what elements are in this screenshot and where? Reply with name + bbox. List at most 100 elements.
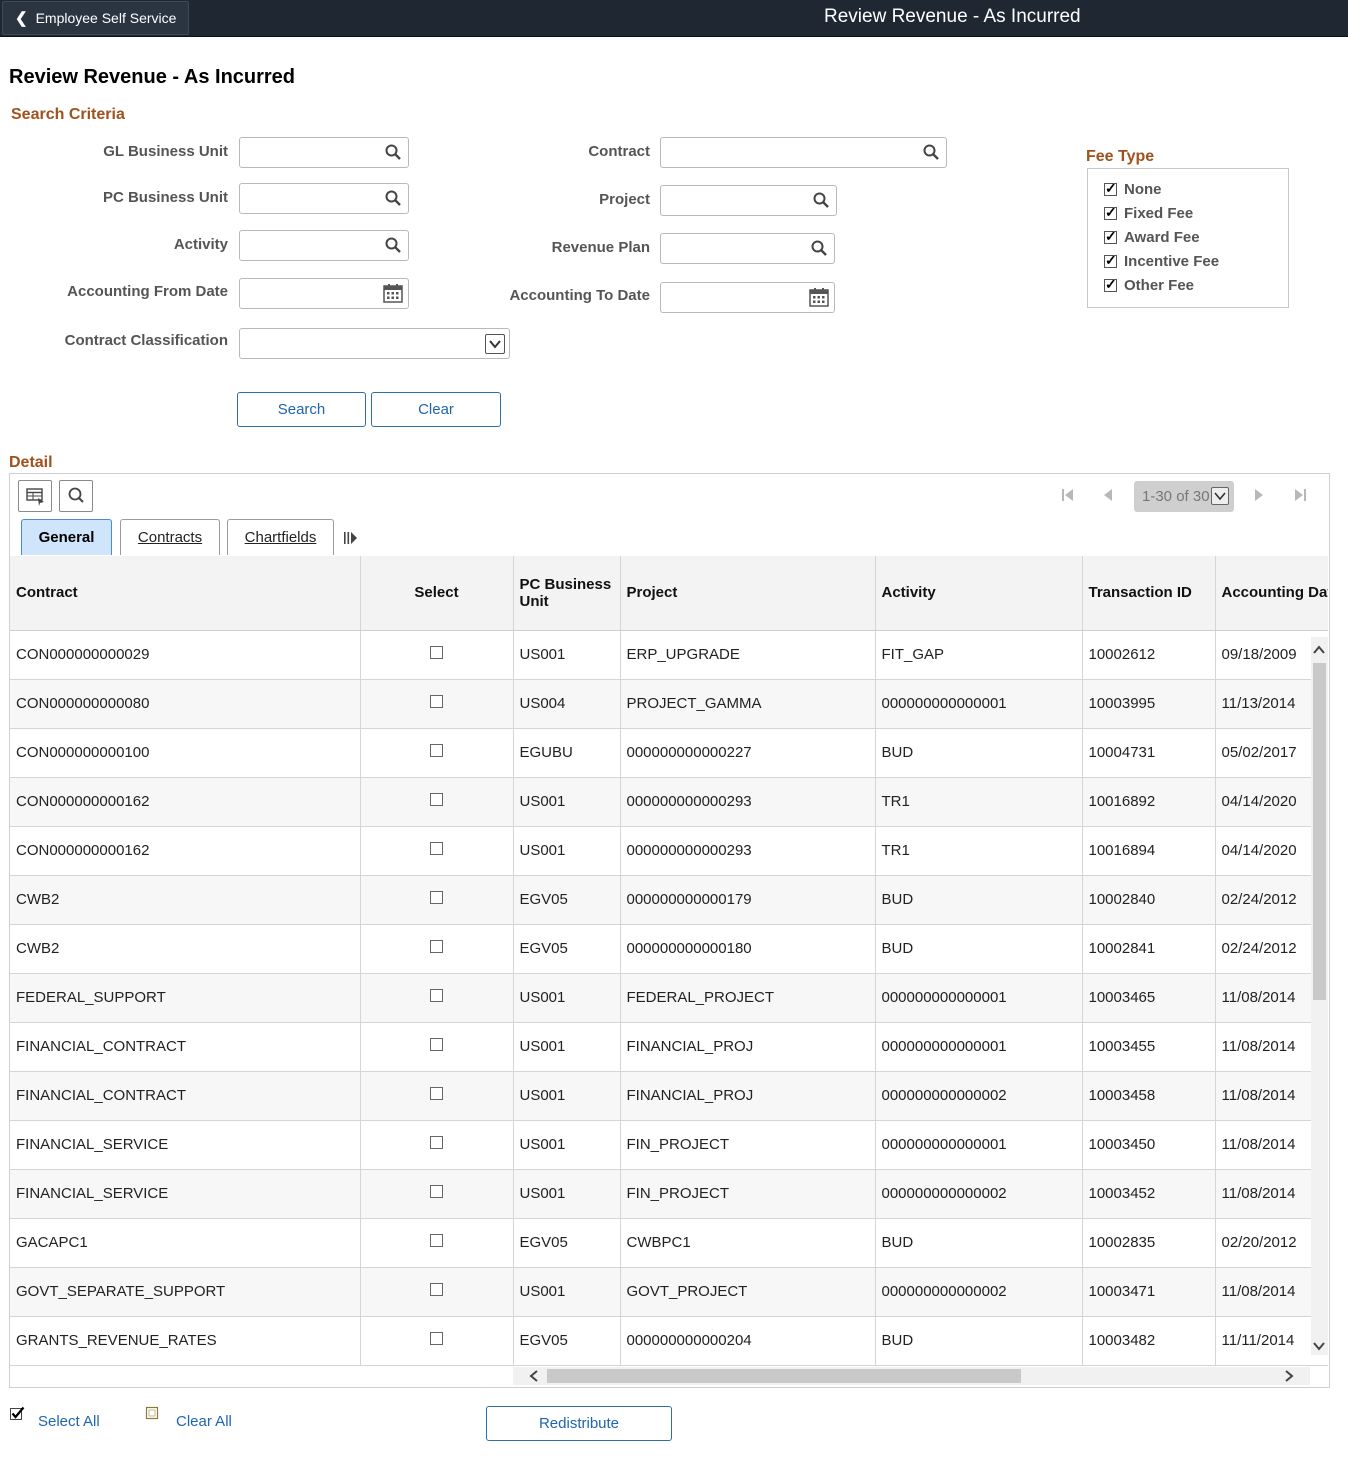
transaction-id-cell: 10003465 bbox=[1082, 973, 1216, 1023]
search-button[interactable]: Search bbox=[237, 392, 366, 427]
search-icon[interactable] bbox=[385, 190, 401, 206]
activity-cell: FIT_GAP bbox=[875, 630, 1083, 680]
select-all-checkbox-icon[interactable] bbox=[10, 1406, 25, 1421]
row-select-checkbox[interactable] bbox=[430, 1332, 443, 1345]
transaction-id-cell: 10003452 bbox=[1082, 1169, 1216, 1219]
row-select-checkbox[interactable] bbox=[430, 646, 443, 659]
search-icon[interactable] bbox=[385, 144, 401, 160]
gl-business-unit-label: GL Business Unit bbox=[103, 143, 228, 160]
horizontal-scroll-thumb[interactable] bbox=[547, 1369, 1021, 1383]
personalize-grid-icon[interactable] bbox=[18, 480, 52, 512]
fee-type-incentive[interactable]: Incentive Fee bbox=[1104, 252, 1219, 270]
column-header-transaction-id[interactable]: Transaction ID bbox=[1082, 556, 1216, 631]
gl-business-unit-input[interactable] bbox=[239, 137, 409, 168]
clear-all-link[interactable]: Clear All bbox=[176, 1413, 232, 1430]
row-select-checkbox[interactable] bbox=[430, 744, 443, 757]
search-icon[interactable] bbox=[923, 144, 939, 160]
activity-cell: 000000000000002 bbox=[875, 1267, 1083, 1317]
next-page-icon[interactable] bbox=[1253, 488, 1265, 502]
accounting-from-date-label: Accounting From Date bbox=[67, 283, 228, 300]
row-select-checkbox[interactable] bbox=[430, 793, 443, 806]
find-in-grid-icon[interactable] bbox=[59, 480, 93, 512]
column-header-pc-business-unit[interactable]: PC Business Unit bbox=[513, 556, 621, 631]
pc-business-unit-cell: US004 bbox=[513, 679, 621, 729]
pc-business-unit-cell: US001 bbox=[513, 826, 621, 876]
checkbox[interactable] bbox=[1104, 228, 1117, 245]
contract-cell: FINANCIAL_SERVICE bbox=[10, 1120, 361, 1170]
vertical-scroll-thumb[interactable] bbox=[1313, 663, 1326, 1000]
pc-business-unit-cell: US001 bbox=[513, 1071, 621, 1121]
activity-cell: BUD bbox=[875, 1218, 1083, 1268]
dropdown-arrow-icon[interactable] bbox=[485, 334, 505, 354]
column-header-accounting-date[interactable]: Accounting Date bbox=[1215, 556, 1328, 631]
search-icon[interactable] bbox=[813, 192, 829, 208]
contract-cell: CON000000000029 bbox=[10, 630, 361, 680]
back-button[interactable]: ❮ Employee Self Service bbox=[2, 1, 189, 35]
project-label: Project bbox=[599, 191, 650, 208]
scroll-up-icon[interactable] bbox=[1312, 644, 1326, 656]
checkbox[interactable] bbox=[1104, 276, 1117, 293]
table-row: CWB2 EGV05 000000000000180 BUD 10002841 02/24… bbox=[10, 924, 1328, 974]
activity-cell: BUD bbox=[875, 1316, 1083, 1366]
column-header-contract[interactable]: Contract bbox=[10, 556, 361, 631]
row-select-checkbox[interactable] bbox=[430, 989, 443, 1002]
clear-all-checkbox-icon[interactable] bbox=[145, 1406, 160, 1421]
accounting-to-date-label: Accounting To Date bbox=[509, 287, 650, 304]
row-select-checkbox[interactable] bbox=[430, 940, 443, 953]
pc-business-unit-input[interactable] bbox=[239, 183, 409, 214]
select-all-link[interactable]: Select All bbox=[38, 1413, 100, 1430]
scroll-right-icon[interactable] bbox=[1283, 1369, 1295, 1383]
calendar-icon[interactable] bbox=[809, 287, 829, 307]
checkbox[interactable] bbox=[1104, 204, 1117, 221]
tab-contracts[interactable]: Contracts bbox=[120, 519, 220, 555]
fee-type-fixed[interactable]: Fixed Fee bbox=[1104, 204, 1193, 222]
contract-input[interactable] bbox=[660, 137, 947, 168]
fee-type-award[interactable]: Award Fee bbox=[1104, 228, 1200, 246]
row-select-checkbox[interactable] bbox=[430, 1185, 443, 1198]
contract-classification-select[interactable] bbox=[239, 328, 510, 359]
row-select-checkbox[interactable] bbox=[430, 1087, 443, 1100]
previous-page-icon[interactable] bbox=[1102, 488, 1114, 502]
search-icon[interactable] bbox=[811, 240, 827, 256]
checkbox[interactable] bbox=[1104, 252, 1117, 269]
row-select-checkbox[interactable] bbox=[430, 1283, 443, 1296]
column-header-activity[interactable]: Activity bbox=[875, 556, 1083, 631]
column-header-project[interactable]: Project bbox=[620, 556, 876, 631]
project-cell: PROJECT_GAMMA bbox=[620, 679, 876, 729]
transaction-id-cell: 10002841 bbox=[1082, 924, 1216, 974]
scroll-down-icon[interactable] bbox=[1312, 1340, 1326, 1352]
calendar-icon[interactable] bbox=[383, 283, 403, 303]
clear-button[interactable]: Clear bbox=[371, 392, 501, 427]
page-range-select[interactable]: 1-30 of 30 bbox=[1134, 481, 1234, 512]
activity-input[interactable] bbox=[239, 230, 409, 261]
fee-type-other[interactable]: Other Fee bbox=[1104, 276, 1194, 294]
fee-type-none[interactable]: None bbox=[1104, 180, 1162, 198]
table-row: GRANTS_REVENUE_RATES EGV05 000000000000204… bbox=[10, 1316, 1328, 1366]
redistribute-button[interactable]: Redistribute bbox=[486, 1406, 672, 1441]
column-header-select[interactable]: Select bbox=[360, 556, 514, 631]
tab-chartfields[interactable]: Chartfields bbox=[227, 519, 334, 555]
search-icon[interactable] bbox=[385, 237, 401, 253]
row-select-checkbox[interactable] bbox=[430, 1038, 443, 1051]
row-select-checkbox[interactable] bbox=[430, 891, 443, 904]
row-select-checkbox[interactable] bbox=[430, 1136, 443, 1149]
scroll-left-icon[interactable] bbox=[528, 1369, 540, 1383]
last-page-icon[interactable] bbox=[1293, 488, 1307, 502]
row-select-checkbox[interactable] bbox=[430, 842, 443, 855]
row-select-checkbox[interactable] bbox=[430, 1234, 443, 1247]
pc-business-unit-cell: EGV05 bbox=[513, 1218, 621, 1268]
transaction-id-cell: 10002840 bbox=[1082, 875, 1216, 925]
row-select-checkbox[interactable] bbox=[430, 695, 443, 708]
activity-cell: 000000000000001 bbox=[875, 1022, 1083, 1072]
revenue-plan-input[interactable] bbox=[660, 233, 835, 264]
transaction-id-cell: 10003450 bbox=[1082, 1120, 1216, 1170]
show-all-columns-icon[interactable] bbox=[343, 531, 359, 545]
transaction-id-cell: 10003995 bbox=[1082, 679, 1216, 729]
contract-cell: CON000000000100 bbox=[10, 728, 361, 778]
tab-general[interactable]: General bbox=[21, 519, 112, 555]
table-row: FINANCIAL_SERVICE US001 FIN_PROJECT 0000000… bbox=[10, 1120, 1328, 1170]
checkbox[interactable] bbox=[1104, 180, 1117, 197]
contract-cell: FEDERAL_SUPPORT bbox=[10, 973, 361, 1023]
first-page-icon[interactable] bbox=[1061, 488, 1075, 502]
project-input[interactable] bbox=[660, 185, 837, 216]
